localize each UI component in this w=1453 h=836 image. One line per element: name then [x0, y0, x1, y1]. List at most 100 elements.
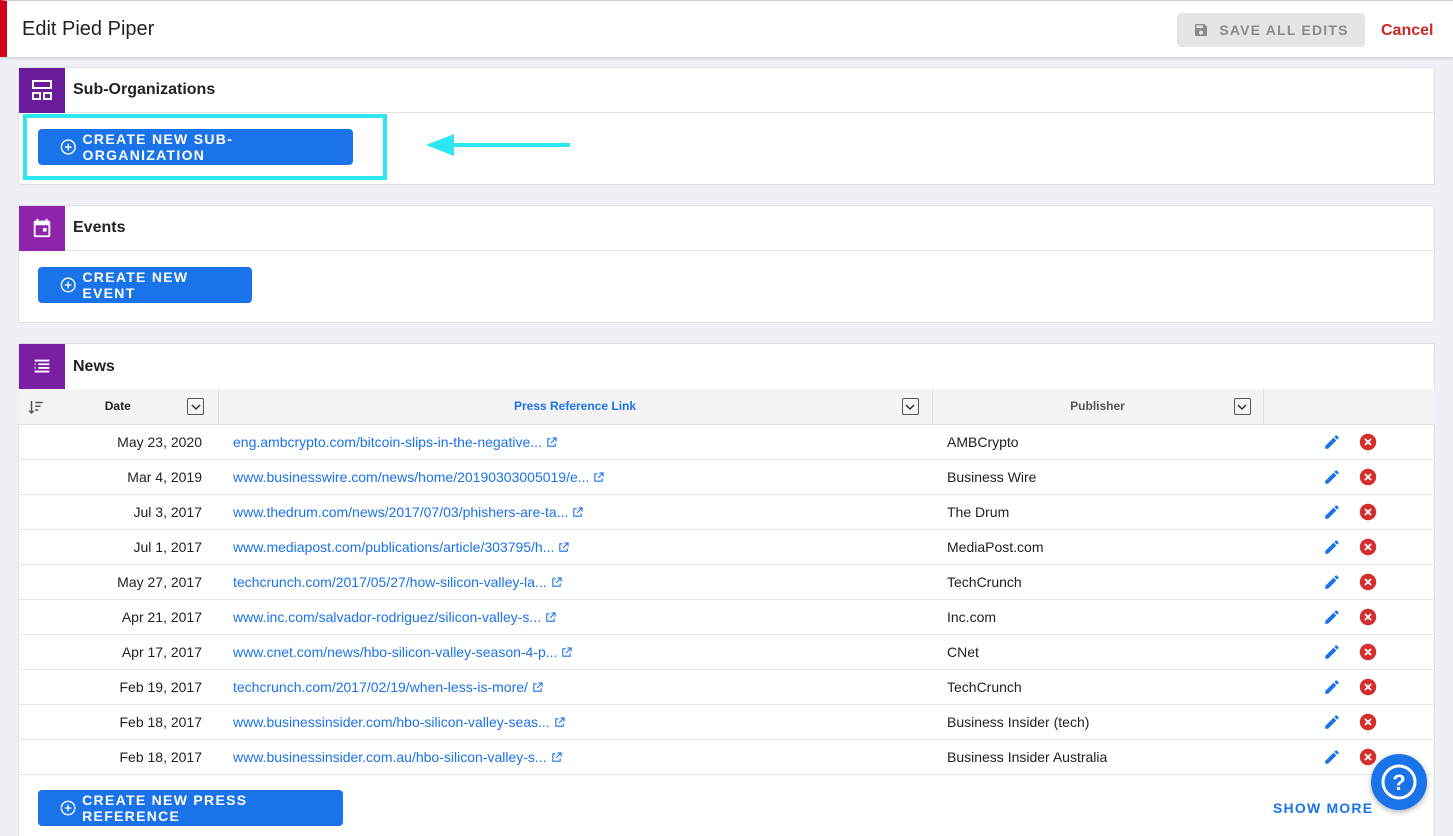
- row-actions: [1263, 704, 1435, 740]
- press-reference-link[interactable]: www.thedrum.com/news/2017/07/03/phishers…: [218, 494, 932, 530]
- row-actions: [1263, 564, 1435, 600]
- delete-icon[interactable]: [1359, 503, 1377, 521]
- publisher-column-header[interactable]: Publisher: [932, 389, 1264, 425]
- news-table: Date Press Reference Link Publisher May …: [18, 389, 1435, 775]
- chevron-down-icon[interactable]: [1233, 398, 1251, 415]
- press-reference-link[interactable]: techcrunch.com/2017/02/19/when-less-is-m…: [218, 669, 932, 705]
- edit-pencil-icon[interactable]: [1323, 608, 1341, 626]
- news-date: Apr 21, 2017: [18, 599, 218, 635]
- table-row: Jul 3, 2017 www.thedrum.com/news/2017/07/…: [18, 494, 1435, 530]
- press-reference-link[interactable]: www.businessinsider.com/hbo-silicon-vall…: [218, 704, 932, 740]
- edit-pencil-icon[interactable]: [1323, 678, 1341, 696]
- create-press-reference-button[interactable]: CREATE NEW PRESS REFERENCE: [38, 790, 343, 826]
- calendar-icon: [19, 205, 65, 251]
- table-row: Feb 18, 2017 www.businessinsider.com/hbo-…: [18, 704, 1435, 740]
- news-date: May 23, 2020: [18, 424, 218, 460]
- delete-icon[interactable]: [1359, 538, 1377, 556]
- chevron-down-icon[interactable]: [187, 398, 204, 415]
- edit-pencil-icon[interactable]: [1323, 538, 1341, 556]
- external-link-icon[interactable]: [551, 576, 562, 588]
- edit-pencil-icon[interactable]: [1323, 433, 1341, 451]
- table-header-row: Date Press Reference Link Publisher: [18, 389, 1435, 425]
- delete-icon[interactable]: [1359, 468, 1377, 486]
- press-link-text[interactable]: techcrunch.com/2017/05/27/how-silicon-va…: [233, 574, 547, 590]
- save-all-edits-label: SAVE ALL EDITS: [1219, 22, 1349, 38]
- delete-icon[interactable]: [1359, 573, 1377, 591]
- delete-icon[interactable]: [1359, 608, 1377, 626]
- press-reference-link[interactable]: www.cnet.com/news/hbo-silicon-valley-sea…: [218, 634, 932, 670]
- create-event-label: CREATE NEW EVENT: [82, 269, 189, 301]
- press-reference-link[interactable]: techcrunch.com/2017/05/27/how-silicon-va…: [218, 564, 932, 600]
- hierarchy-icon: [19, 67, 65, 113]
- link-column-header[interactable]: Press Reference Link: [218, 389, 933, 425]
- row-actions: [1263, 424, 1435, 460]
- news-date: May 27, 2017: [18, 564, 218, 600]
- press-reference-link[interactable]: www.businesswire.com/news/home/201903030…: [218, 459, 932, 495]
- external-link-icon[interactable]: [572, 506, 584, 518]
- create-event-button[interactable]: CREATE NEW EVENT: [38, 267, 252, 303]
- delete-icon[interactable]: [1359, 678, 1377, 696]
- press-link-text[interactable]: www.inc.com/salvador-rodriguez/silicon-v…: [233, 609, 541, 625]
- table-row: Jul 1, 2017 www.mediapost.com/publication…: [18, 529, 1435, 565]
- save-all-edits-button[interactable]: SAVE ALL EDITS: [1177, 13, 1365, 47]
- news-publisher: Inc.com: [932, 599, 1263, 635]
- news-title: News: [73, 357, 115, 375]
- press-link-text[interactable]: www.thedrum.com/news/2017/07/03/phishers…: [233, 504, 568, 520]
- news-publisher: CNet: [932, 634, 1263, 670]
- external-link-icon[interactable]: [551, 751, 562, 763]
- page-title: Edit Pied Piper: [22, 18, 155, 40]
- news-publisher: MediaPost.com: [932, 529, 1263, 565]
- edit-pencil-icon[interactable]: [1323, 713, 1341, 731]
- news-publisher: The Drum: [932, 494, 1263, 530]
- edit-pencil-icon[interactable]: [1323, 503, 1341, 521]
- press-reference-link[interactable]: www.mediapost.com/publications/article/3…: [218, 529, 932, 565]
- edit-pencil-icon[interactable]: [1323, 573, 1341, 591]
- news-publisher: Business Wire: [932, 459, 1263, 495]
- top-bar: Edit Pied Piper SAVE ALL EDITS Cancel: [0, 0, 1453, 57]
- press-reference-link[interactable]: eng.ambcrypto.com/bitcoin-slips-in-the-n…: [218, 424, 932, 460]
- external-link-icon[interactable]: [558, 541, 570, 553]
- news-date: Feb 18, 2017: [18, 704, 218, 740]
- table-row: Apr 17, 2017 www.cnet.com/news/hbo-silico…: [18, 634, 1435, 670]
- events-title: Events: [73, 219, 126, 236]
- press-link-text[interactable]: eng.ambcrypto.com/bitcoin-slips-in-the-n…: [233, 434, 542, 450]
- external-link-icon[interactable]: [545, 611, 556, 623]
- help-button[interactable]: ?: [1371, 754, 1427, 810]
- cancel-link[interactable]: Cancel: [1381, 22, 1433, 40]
- press-reference-link[interactable]: www.businessinsider.com.au/hbo-silicon-v…: [218, 739, 932, 775]
- news-publisher: TechCrunch: [932, 564, 1263, 600]
- row-actions: [1263, 529, 1435, 565]
- news-date: Apr 17, 2017: [18, 634, 218, 670]
- chevron-down-icon[interactable]: [901, 398, 919, 415]
- show-more-link[interactable]: SHOW MORE: [1273, 800, 1373, 816]
- press-link-text[interactable]: www.cnet.com/news/hbo-silicon-valley-sea…: [233, 644, 557, 660]
- delete-icon[interactable]: [1359, 643, 1377, 661]
- row-actions: [1263, 669, 1435, 705]
- press-reference-link[interactable]: www.inc.com/salvador-rodriguez/silicon-v…: [218, 599, 932, 635]
- external-link-icon[interactable]: [561, 646, 573, 658]
- table-row: May 27, 2017 techcrunch.com/2017/05/27/ho…: [18, 564, 1435, 600]
- delete-icon[interactable]: [1359, 433, 1377, 451]
- sort-icon[interactable]: [27, 398, 45, 416]
- delete-icon[interactable]: [1359, 748, 1377, 766]
- edit-pencil-icon[interactable]: [1323, 643, 1341, 661]
- edit-pencil-icon[interactable]: [1323, 748, 1341, 766]
- table-row: Apr 21, 2017 www.inc.com/salvador-rodrigu…: [18, 599, 1435, 635]
- row-actions: [1263, 599, 1435, 635]
- news-date: Mar 4, 2019: [18, 459, 218, 495]
- news-publisher: TechCrunch: [932, 669, 1263, 705]
- press-link-text[interactable]: www.mediapost.com/publications/article/3…: [233, 539, 554, 555]
- external-link-icon[interactable]: [532, 681, 543, 693]
- press-link-text[interactable]: techcrunch.com/2017/02/19/when-less-is-m…: [233, 679, 528, 695]
- date-column-header[interactable]: Date: [18, 389, 219, 425]
- delete-icon[interactable]: [1359, 713, 1377, 731]
- press-link-text[interactable]: www.businessinsider.com/hbo-silicon-vall…: [233, 714, 550, 730]
- news-publisher: Business Insider Australia: [932, 739, 1263, 775]
- press-link-text[interactable]: www.businessinsider.com.au/hbo-silicon-v…: [233, 749, 547, 765]
- external-link-icon[interactable]: [546, 436, 557, 448]
- press-link-text[interactable]: www.businesswire.com/news/home/201903030…: [233, 469, 589, 485]
- highlight-box: [23, 114, 387, 180]
- edit-pencil-icon[interactable]: [1323, 468, 1341, 486]
- external-link-icon[interactable]: [593, 471, 605, 483]
- external-link-icon[interactable]: [554, 716, 565, 728]
